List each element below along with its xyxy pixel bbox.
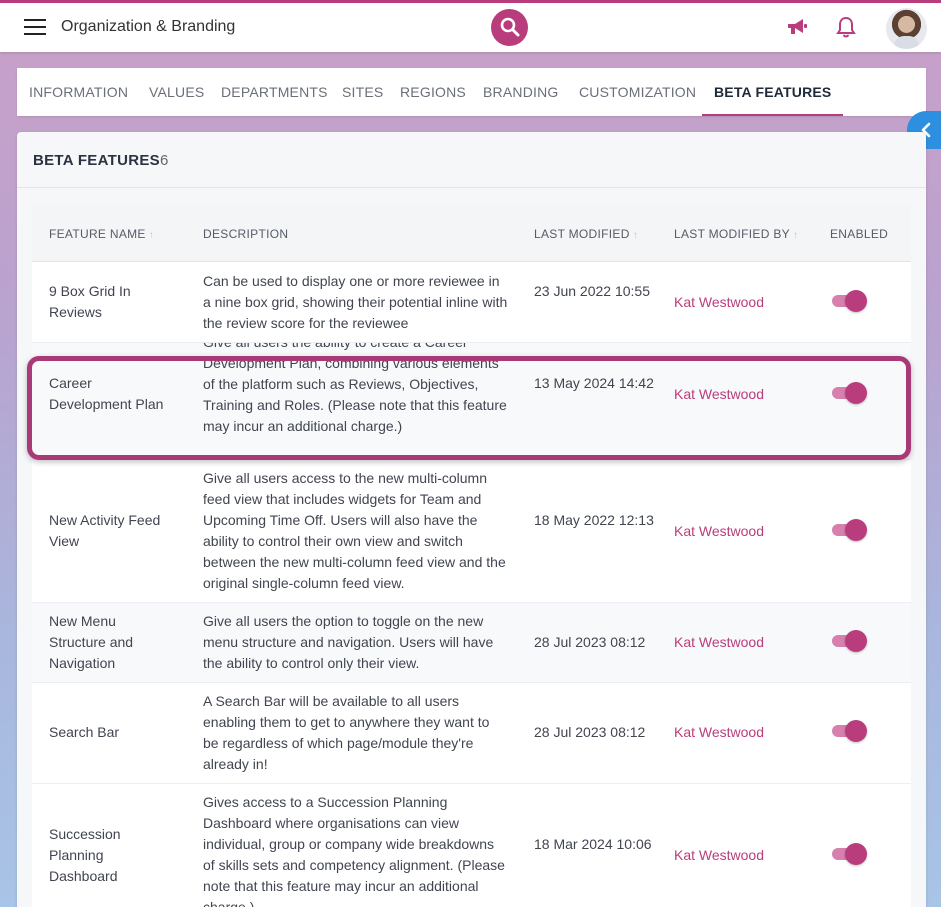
top-app-bar: Organization & Branding xyxy=(0,0,941,52)
feature-description: Gives access to a Succession Planning Da… xyxy=(203,794,505,907)
last-modified-by-link[interactable]: Kat Westwood xyxy=(674,722,764,743)
megaphone-icon[interactable] xyxy=(786,17,808,42)
last-modified-by-link[interactable]: Kat Westwood xyxy=(674,292,764,313)
feature-description: Give all users the ability to create a C… xyxy=(203,343,507,434)
search-icon[interactable] xyxy=(491,9,528,46)
tab-bar: INFORMATION VALUES DEPARTMENTS SITES REG… xyxy=(17,68,926,116)
column-header-last-modified-by[interactable]: LAST MODIFIED BY ↑ xyxy=(674,227,798,241)
table-row: Search Bar A Search Bar will be availabl… xyxy=(32,683,911,784)
beta-features-panel: BETA FEATURES 6 FEATURE NAME ↑ DESCRIPTIO… xyxy=(17,132,926,907)
last-modified-date: 28 Jul 2023 08:12 xyxy=(534,724,646,740)
feature-name: Career Development Plan xyxy=(49,375,164,412)
table-header: FEATURE NAME ↑ DESCRIPTION LAST MODIFIED ↑… xyxy=(32,205,911,262)
table-row: New Activity Feed View Give all users ac… xyxy=(32,460,911,603)
last-modified-date: 28 Jul 2023 08:12 xyxy=(534,634,646,650)
last-modified-date: 13 May 2024 14:42 xyxy=(534,375,654,391)
last-modified-date: 18 May 2022 12:13 xyxy=(534,512,654,528)
panel-header: BETA FEATURES 6 xyxy=(17,132,926,188)
sort-arrow-icon: ↑ xyxy=(792,230,799,241)
enabled-toggle[interactable] xyxy=(832,290,867,312)
table-row: 9 Box Grid In Reviews Can be used to dis… xyxy=(32,262,911,343)
tab-information[interactable]: INFORMATION xyxy=(29,68,128,116)
feature-description: Give all users the option to toggle on t… xyxy=(203,613,494,671)
menu-icon[interactable] xyxy=(24,19,46,37)
enabled-toggle[interactable] xyxy=(832,843,867,865)
last-modified-by-link[interactable]: Kat Westwood xyxy=(674,521,764,542)
feature-count: 6 xyxy=(160,152,169,169)
tab-departments[interactable]: DEPARTMENTS xyxy=(221,68,328,116)
column-header-enabled: ENABLED xyxy=(830,227,889,241)
table-row: Career Development Plan Give all users t… xyxy=(32,343,911,460)
tab-branding[interactable]: BRANDING xyxy=(483,68,559,116)
enabled-toggle[interactable] xyxy=(832,382,867,404)
feature-name: Succession Planning Dashboard xyxy=(49,826,121,884)
last-modified-by-link[interactable]: Kat Westwood xyxy=(674,845,764,866)
bell-icon[interactable] xyxy=(836,16,856,43)
enabled-toggle[interactable] xyxy=(832,720,867,742)
last-modified-by-link[interactable]: Kat Westwood xyxy=(674,632,764,653)
table-row: New Menu Structure and Navigation Give a… xyxy=(32,603,911,683)
feature-description: Can be used to display one or more revie… xyxy=(203,273,508,331)
sort-arrow-icon: ↑ xyxy=(148,230,155,241)
feature-name: New Activity Feed View xyxy=(49,512,161,549)
tab-sites[interactable]: SITES xyxy=(342,68,383,116)
feature-name: New Menu Structure and Navigation xyxy=(49,613,134,671)
tab-beta-features[interactable]: BETA FEATURES xyxy=(701,68,844,116)
beta-features-table: FEATURE NAME ↑ DESCRIPTION LAST MODIFIED ↑… xyxy=(32,205,911,907)
page-title: Organization & Branding xyxy=(61,18,236,35)
feature-description: A Search Bar will be available to all us… xyxy=(203,693,490,772)
enabled-toggle[interactable] xyxy=(832,519,867,541)
user-avatar[interactable] xyxy=(886,8,927,49)
tab-values[interactable]: VALUES xyxy=(149,68,204,116)
column-header-feature-name[interactable]: FEATURE NAME ↑ xyxy=(49,227,154,241)
last-modified-by-link[interactable]: Kat Westwood xyxy=(674,384,764,405)
table-row: Succession Planning Dashboard Gives acce… xyxy=(32,784,911,907)
last-modified-date: 23 Jun 2022 10:55 xyxy=(534,283,650,299)
panel-title: BETA FEATURES xyxy=(33,152,160,169)
tab-customization[interactable]: CUSTOMIZATION xyxy=(579,68,696,116)
enabled-toggle[interactable] xyxy=(832,630,867,652)
feature-description: Give all users access to the new multi-c… xyxy=(203,470,506,591)
column-header-last-modified[interactable]: LAST MODIFIED ↑ xyxy=(534,227,638,241)
column-header-description: DESCRIPTION xyxy=(203,227,289,241)
feature-name: Search Bar xyxy=(49,724,120,740)
last-modified-date: 18 Mar 2024 10:06 xyxy=(534,836,652,852)
feature-name: 9 Box Grid In Reviews xyxy=(49,283,131,320)
tab-regions[interactable]: REGIONS xyxy=(400,68,466,116)
sort-arrow-icon: ↑ xyxy=(632,230,639,241)
